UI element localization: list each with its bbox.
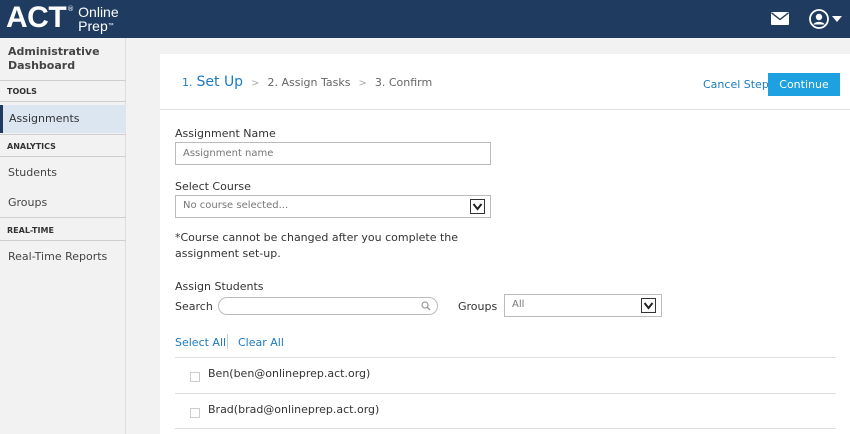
logo-sub-line2: Prep <box>78 18 108 34</box>
sidebar-title-line2: Dashboard <box>8 59 76 72</box>
student-checkbox[interactable] <box>190 408 200 418</box>
groups-dropdown[interactable]: All <box>504 294 662 317</box>
course-note: *Course cannot be changed after you comp… <box>175 231 459 260</box>
student-checkbox[interactable] <box>190 372 200 382</box>
chevron-down-icon[interactable] <box>641 298 656 313</box>
logo-act-text: ACT <box>6 1 67 34</box>
cancel-step-link[interactable]: Cancel Step <box>703 78 769 91</box>
divider <box>0 217 126 218</box>
groups-value: All <box>512 299 525 310</box>
step-1-number: 1. <box>182 76 193 89</box>
assignment-name-label: Assignment Name <box>175 127 276 140</box>
continue-button[interactable]: Continue <box>768 73 840 96</box>
search-label: Search <box>175 300 213 313</box>
divider <box>0 156 126 157</box>
divider <box>0 101 126 102</box>
section-heading-tools: TOOLS <box>7 87 37 96</box>
logo-sub-line1: Online <box>78 4 119 20</box>
section-heading-real-time: REAL-TIME <box>7 226 54 235</box>
logo-registered-mark: ® <box>67 5 75 13</box>
sidebar-item-students[interactable]: Students <box>0 159 126 187</box>
divider <box>0 240 126 241</box>
select-course-value: No course selected... <box>183 200 289 211</box>
top-bar: ACT ® Online Prep™ <box>0 0 850 38</box>
step-2-label: 2. Assign Tasks <box>267 76 351 89</box>
logo-subtitle: Online Prep™ <box>78 5 118 33</box>
select-course-dropdown[interactable]: No course selected... <box>175 195 491 218</box>
student-label: Ben(ben@onlineprep.act.org) <box>208 367 371 380</box>
groups-label: Groups <box>458 300 498 313</box>
mail-icon[interactable] <box>771 12 789 25</box>
clear-all-link[interactable]: Clear All <box>238 336 284 349</box>
header-divider <box>160 109 850 110</box>
section-heading-analytics: ANALYTICS <box>7 142 56 151</box>
step-separator-icon: > <box>251 78 260 89</box>
step-3-label: 3. Confirm <box>374 76 433 89</box>
act-online-prep-logo[interactable]: ACT ® Online Prep™ <box>6 1 119 34</box>
select-course-label: Select Course <box>175 180 251 193</box>
search-input[interactable] <box>218 297 438 315</box>
sidebar-title-line1: Administrative <box>8 45 100 58</box>
caret-down-icon[interactable] <box>832 16 842 22</box>
step-1-label: Set Up <box>196 74 244 90</box>
wizard-steps: 1. Set Up > 2. Assign Tasks > 3. Confirm <box>182 74 432 90</box>
sidebar-item-real-time-reports[interactable]: Real-Time Reports <box>0 243 126 271</box>
logo-trademark: ™ <box>107 23 114 29</box>
assignment-setup-panel: 1. Set Up > 2. Assign Tasks > 3. Confirm… <box>160 54 850 434</box>
step-separator-icon: > <box>358 78 367 89</box>
sidebar-title: Administrative Dashboard <box>8 45 100 73</box>
sidebar-item-assignments[interactable]: Assignments <box>0 105 126 133</box>
list-item: Brad(brad@onlineprep.act.org) <box>175 393 836 429</box>
sidebar-item-groups[interactable]: Groups <box>0 189 126 217</box>
search-icon <box>421 301 431 311</box>
divider <box>0 80 126 81</box>
select-all-link[interactable]: Select All <box>175 336 226 349</box>
student-label: Brad(brad@onlineprep.act.org) <box>208 403 380 416</box>
chevron-down-icon[interactable] <box>470 199 485 214</box>
assignment-name-input[interactable] <box>175 142 491 165</box>
divider <box>227 334 228 349</box>
divider <box>0 134 126 135</box>
sidebar: Administrative Dashboard TOOLS Assignmen… <box>0 38 126 434</box>
assign-students-label: Assign Students <box>175 280 264 293</box>
user-icon[interactable] <box>809 9 829 29</box>
list-item: Ben(ben@onlineprep.act.org) <box>175 357 836 393</box>
